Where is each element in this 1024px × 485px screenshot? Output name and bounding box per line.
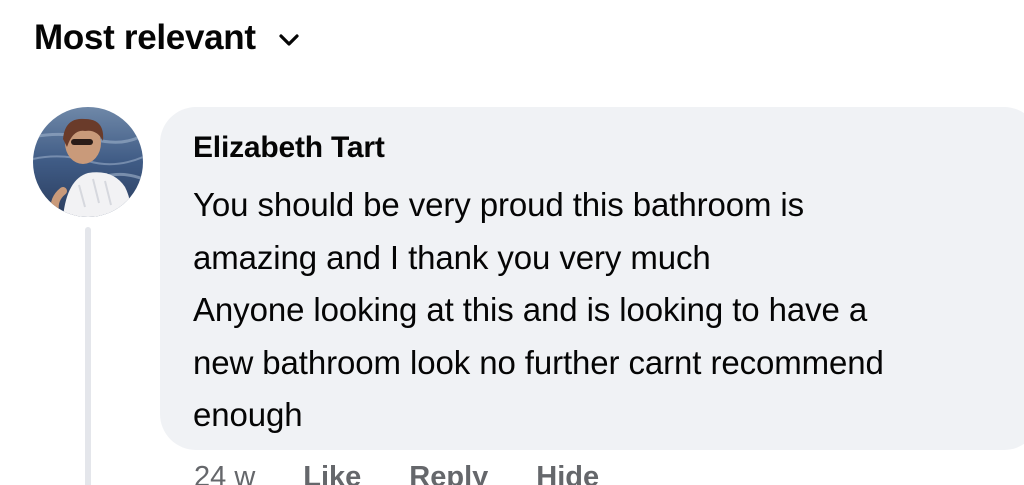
comment-text-line: amazing and I thank you very much bbox=[193, 238, 711, 276]
thread-line bbox=[85, 227, 91, 485]
comments-section: Most relevant Elizabeth Tart You should … bbox=[0, 0, 1024, 485]
sort-label: Most relevant bbox=[34, 18, 256, 57]
comment-text: You should be very proud this bathroom i… bbox=[193, 179, 1013, 442]
comment-text-line: Anyone looking at this and is looking to… bbox=[193, 291, 868, 328]
comment-actions: 24 w Like Reply Hide bbox=[194, 461, 647, 485]
avatar[interactable] bbox=[33, 107, 143, 217]
comment-timestamp[interactable]: 24 w bbox=[194, 461, 255, 485]
hide-button[interactable]: Hide bbox=[536, 461, 599, 485]
like-button[interactable]: Like bbox=[303, 461, 361, 485]
comment-text-line: new bathroom look no further carnt recom… bbox=[193, 343, 884, 381]
comment-bubble: Elizabeth Tart You should be very proud … bbox=[160, 107, 1024, 450]
comment-author[interactable]: Elizabeth Tart bbox=[193, 131, 385, 165]
chevron-down-icon bbox=[278, 33, 300, 47]
sort-dropdown[interactable]: Most relevant bbox=[34, 18, 300, 58]
comment-text-line: enough bbox=[193, 396, 303, 433]
reply-button[interactable]: Reply bbox=[409, 461, 488, 485]
comment-text-line: You should be very proud this bathroom i… bbox=[193, 186, 805, 223]
